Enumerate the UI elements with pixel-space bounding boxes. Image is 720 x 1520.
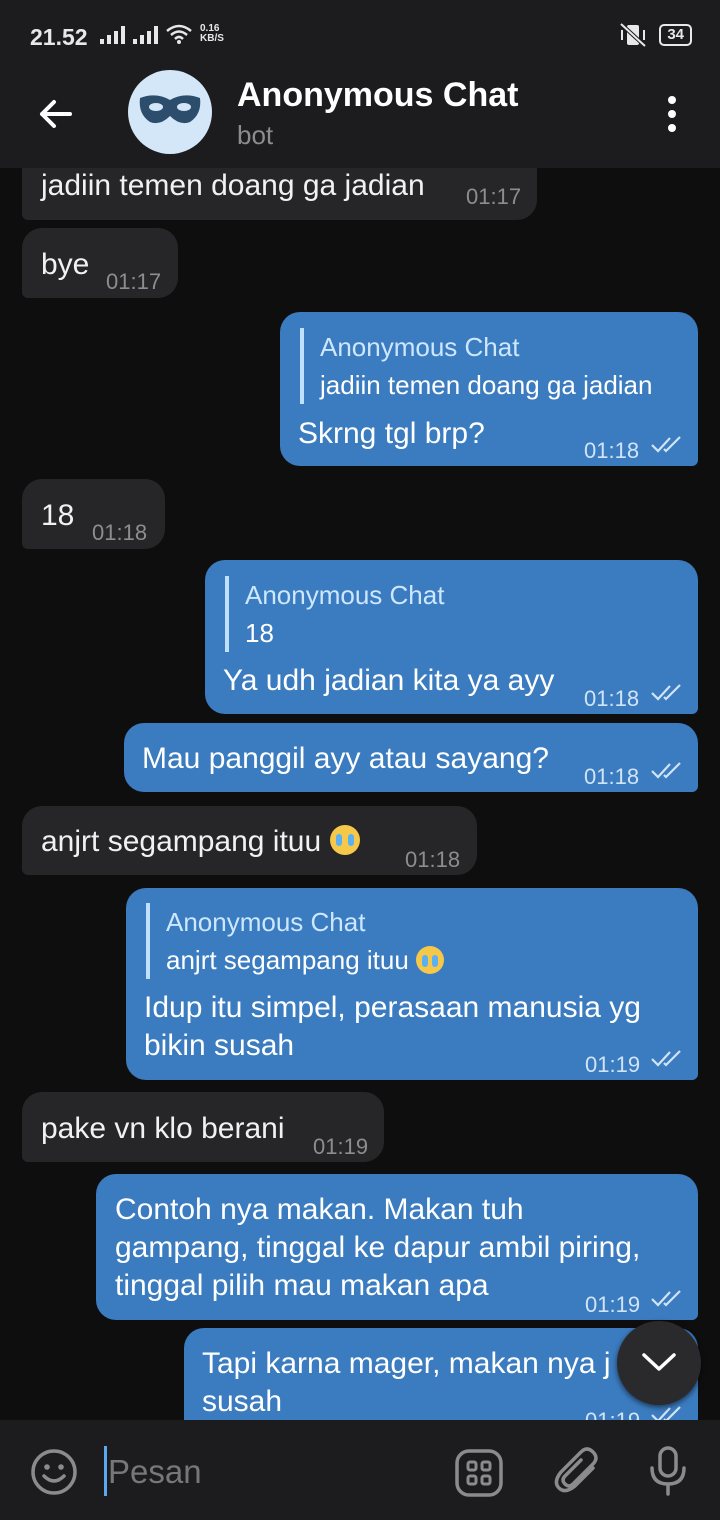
signal-icon xyxy=(100,24,125,44)
bot-commands-icon[interactable] xyxy=(454,1448,504,1498)
double-check-icon xyxy=(651,684,681,701)
message-time: 01:19 xyxy=(585,1292,641,1317)
message-incoming[interactable]: bye 01:17 xyxy=(22,228,178,298)
status-icons-right: 34 xyxy=(619,22,692,48)
double-check-icon xyxy=(651,1406,681,1420)
battery-indicator: 34 xyxy=(659,24,692,46)
chat-subtitle: bot xyxy=(237,120,274,150)
chat-title[interactable]: Anonymous Chat xyxy=(237,76,518,115)
message-outgoing[interactable]: Anonymous Chat anjrt segampang ituu Idup… xyxy=(126,888,698,1080)
message-input[interactable] xyxy=(108,1450,408,1494)
mask-icon xyxy=(139,95,201,124)
message-incoming[interactable]: jadiin temen doang ga jadian 01:17 xyxy=(22,168,537,220)
message-incoming[interactable]: anjrt segampang ituu 01:18 xyxy=(22,806,477,875)
message-time: 01:18 xyxy=(584,438,640,463)
message-time: 01:17 xyxy=(106,269,162,294)
reply-quote[interactable]: Anonymous Chat 18 xyxy=(225,576,444,652)
message-input-bar xyxy=(0,1420,720,1520)
chevron-down-icon xyxy=(642,1353,676,1371)
message-time: 01:19 xyxy=(585,1402,640,1420)
signal-icon-2 xyxy=(133,24,158,44)
message-time: 01:17 xyxy=(466,184,522,209)
message-outgoing[interactable]: Anonymous Chat jadiin temen doang ga jad… xyxy=(280,312,698,466)
attach-icon[interactable] xyxy=(553,1446,601,1496)
message-time: 01:19 xyxy=(585,1052,641,1077)
status-icons-left: 0.16 KB/S xyxy=(100,24,224,44)
double-check-icon xyxy=(651,1290,681,1307)
message-time: 01:18 xyxy=(584,764,640,789)
message-time: 01:18 xyxy=(92,520,148,545)
more-vert-icon[interactable] xyxy=(660,94,684,134)
chat-header: Anonymous Chat bot xyxy=(0,58,720,168)
emoji-icon[interactable] xyxy=(30,1448,78,1496)
back-arrow-icon[interactable] xyxy=(36,94,76,134)
scroll-down-button[interactable] xyxy=(617,1321,701,1405)
mute-vibrate-icon xyxy=(619,22,647,48)
microphone-icon[interactable] xyxy=(648,1444,688,1498)
avatar[interactable] xyxy=(128,70,212,154)
crying-face-icon xyxy=(416,946,445,974)
message-time: 01:19 xyxy=(313,1134,369,1159)
message-incoming[interactable]: 18 01:18 xyxy=(22,479,165,549)
message-outgoing[interactable]: Mau panggil ayy atau sayang? 01:18 xyxy=(124,723,698,792)
reply-quote[interactable]: Anonymous Chat anjrt segampang ituu xyxy=(146,903,445,979)
text-cursor xyxy=(104,1446,107,1496)
message-time: 01:18 xyxy=(584,686,640,711)
message-incoming[interactable]: pake vn klo berani 01:19 xyxy=(22,1092,384,1162)
message-outgoing[interactable]: Anonymous Chat 18 Ya udh jadian kita ya … xyxy=(205,560,698,714)
double-check-icon xyxy=(651,1050,681,1067)
message-list[interactable]: jadiin temen doang ga jadian 01:17 bye 0… xyxy=(0,168,720,1420)
message-outgoing[interactable]: Contoh nya makan. Makan tuh gampang, tin… xyxy=(96,1174,698,1320)
status-bar: 21.52 0.16 KB/S 34 xyxy=(0,0,720,58)
crying-face-icon xyxy=(329,825,360,855)
double-check-icon xyxy=(651,436,681,453)
double-check-icon xyxy=(651,762,681,779)
reply-quote[interactable]: Anonymous Chat jadiin temen doang ga jad… xyxy=(300,328,652,404)
wifi-icon xyxy=(166,24,192,44)
status-time: 21.52 xyxy=(30,24,88,50)
network-speed: 0.16 KB/S xyxy=(200,23,224,44)
message-time: 01:18 xyxy=(405,847,461,872)
